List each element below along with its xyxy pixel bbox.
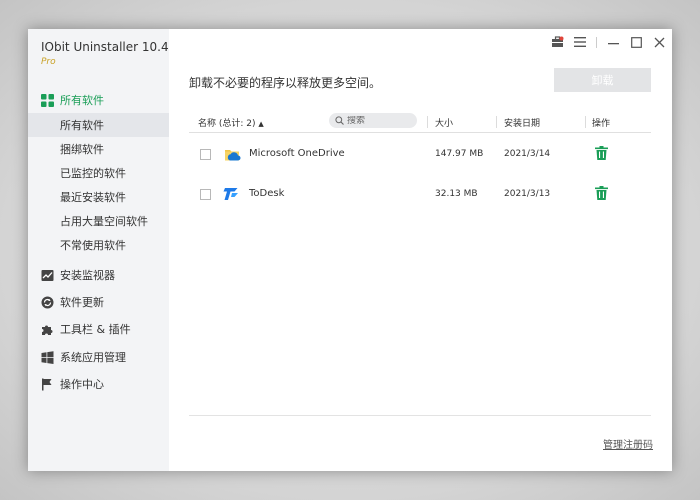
titlebar-divider (596, 36, 597, 48)
onedrive-icon (223, 145, 241, 163)
app-install-date: 2021/3/14 (504, 149, 551, 159)
close-icon[interactable] (652, 35, 666, 49)
table-row[interactable]: Microsoft OneDrive 147.97 MB 2021/3/14 (189, 139, 651, 169)
list-header: 名称 (总计: 2) ▲ 大小 安装日期 操作 (189, 111, 651, 133)
table-row[interactable]: ToDesk 32.13 MB 2021/3/13 (189, 179, 651, 209)
sidebar-item-label: 工具栏 & 插件 (60, 323, 131, 336)
sidebar-sub-label: 所有软件 (60, 119, 104, 132)
sidebar-item-windows-apps[interactable]: 系统应用管理 (28, 345, 169, 369)
manage-license-link[interactable]: 管理注册码 (603, 436, 653, 451)
sidebar-item-software-updater[interactable]: 软件更新 (28, 290, 169, 314)
column-date-header[interactable]: 安装日期 (504, 116, 540, 129)
app-install-date: 2021/3/13 (504, 189, 551, 199)
column-divider (585, 116, 586, 128)
column-name-header[interactable]: 名称 (总计: 2) ▲ (198, 116, 264, 129)
sidebar-item-label: 所有软件 (60, 94, 104, 107)
column-action-header: 操作 (592, 119, 611, 129)
minimize-icon[interactable] (606, 35, 620, 49)
app-title: IObit Uninstaller 10.4 (41, 40, 169, 54)
app-size: 32.13 MB (435, 189, 478, 199)
menu-icon[interactable] (573, 35, 587, 49)
maximize-icon[interactable] (629, 35, 643, 49)
sidebar-item-toolbars-plugins[interactable]: 工具栏 & 插件 (28, 317, 169, 341)
search-icon (335, 116, 344, 125)
flag-icon (41, 378, 54, 391)
column-size-header[interactable]: 大小 (435, 116, 453, 129)
app-size: 147.97 MB (435, 149, 484, 159)
sort-ascending-icon: ▲ (258, 120, 264, 128)
page-headline: 卸载不必要的程序以释放更多空间。 (189, 76, 382, 90)
sidebar-item-action-center[interactable]: 操作中心 (28, 372, 169, 396)
trash-icon[interactable] (595, 186, 609, 201)
puzzle-icon (41, 323, 54, 336)
trash-icon[interactable] (595, 146, 609, 161)
sidebar-item-label: 安装监视器 (60, 269, 115, 282)
footer-divider (189, 415, 651, 416)
sidebar-item-label: 软件更新 (60, 296, 104, 309)
todesk-icon (223, 185, 241, 203)
sidebar-sub-label: 占用大量空间软件 (60, 215, 148, 228)
grid-icon (41, 93, 54, 107)
sidebar-item-install-monitor[interactable]: 安装监视器 (28, 263, 169, 287)
sidebar-item-label: 操作中心 (60, 378, 104, 391)
uninstall-button[interactable]: 卸载 (554, 68, 651, 92)
titlebar-controls (550, 33, 666, 51)
monitor-chart-icon (41, 269, 54, 282)
column-divider (496, 116, 497, 128)
sidebar-sub-recently-installed[interactable]: 最近安装软件 (28, 185, 169, 209)
sidebar-item-label: 系统应用管理 (60, 351, 126, 364)
app-window: IObit Uninstaller 10.4 Pro 所有软件 所有软件 捆绑软… (28, 29, 672, 471)
app-name: ToDesk (249, 188, 285, 199)
sidebar-sub-label: 已监控的软件 (60, 167, 126, 180)
toolbox-icon[interactable] (550, 35, 564, 49)
sidebar-sub-all-software[interactable]: 所有软件 (28, 113, 169, 137)
sidebar-sub-label: 最近安装软件 (60, 191, 126, 204)
row-checkbox[interactable] (200, 189, 211, 200)
update-icon (41, 296, 54, 309)
sidebar-item-all-software[interactable]: 所有软件 (28, 88, 169, 112)
search-box (329, 113, 417, 128)
sidebar-sub-large-programs[interactable]: 占用大量空间软件 (28, 209, 169, 233)
sidebar-sub-bundleware[interactable]: 捆绑软件 (28, 137, 169, 161)
column-divider (427, 116, 428, 128)
sidebar: IObit Uninstaller 10.4 Pro 所有软件 所有软件 捆绑软… (28, 29, 169, 471)
sidebar-sub-label: 不常使用软件 (60, 239, 126, 252)
row-checkbox[interactable] (200, 149, 211, 160)
sidebar-sub-monitored[interactable]: 已监控的软件 (28, 161, 169, 185)
app-edition-badge: Pro (41, 57, 56, 67)
windows-logo-icon (41, 350, 54, 364)
sidebar-sub-rarely-used[interactable]: 不常使用软件 (28, 233, 169, 257)
sidebar-sub-label: 捆绑软件 (60, 143, 104, 156)
app-name: Microsoft OneDrive (249, 148, 345, 159)
search-input[interactable] (347, 115, 407, 126)
